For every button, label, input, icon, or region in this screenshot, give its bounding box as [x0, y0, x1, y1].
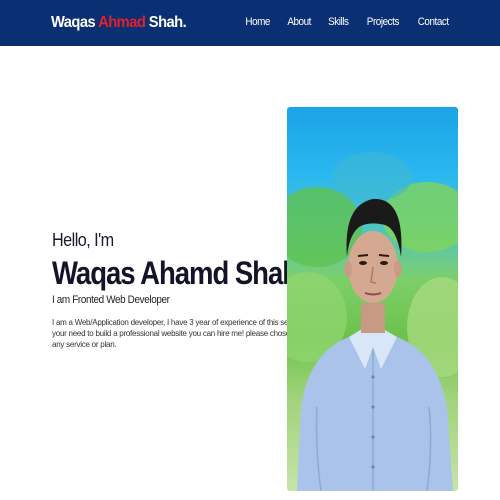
nav-about-link[interactable]: About [287, 16, 311, 28]
brand-logo[interactable]: Waqas Ahmad Shah. [51, 14, 187, 32]
hero-intro: Hello, I'm Waqas Ahamd Shah I am Fronted… [52, 230, 307, 350]
hero-description: I am a Web/Application developer, I have… [52, 318, 307, 349]
brand-first-name: Waqas [51, 14, 99, 31]
brand-last-name: Shah. [145, 14, 187, 31]
nav-skills-link[interactable]: Skills [328, 16, 349, 28]
brand-accent-name: Ahmad [98, 14, 146, 31]
profile-photo-illustration [287, 152, 458, 491]
nav-links: Home About Skills Projects Contact [244, 16, 450, 28]
nav-contact-link[interactable]: Contact [417, 16, 448, 28]
nav-home-link[interactable]: Home [245, 16, 270, 28]
profile-photo [287, 107, 458, 491]
nav-projects-link[interactable]: Projects [367, 16, 400, 28]
hero-name: Waqas Ahamd Shah [52, 255, 299, 291]
top-navbar: Waqas Ahmad Shah. Home About Skills Proj… [0, 0, 500, 46]
hero-role: I am Fronted Web Developer [52, 294, 170, 306]
hero-greeting: Hello, I'm [52, 230, 114, 250]
